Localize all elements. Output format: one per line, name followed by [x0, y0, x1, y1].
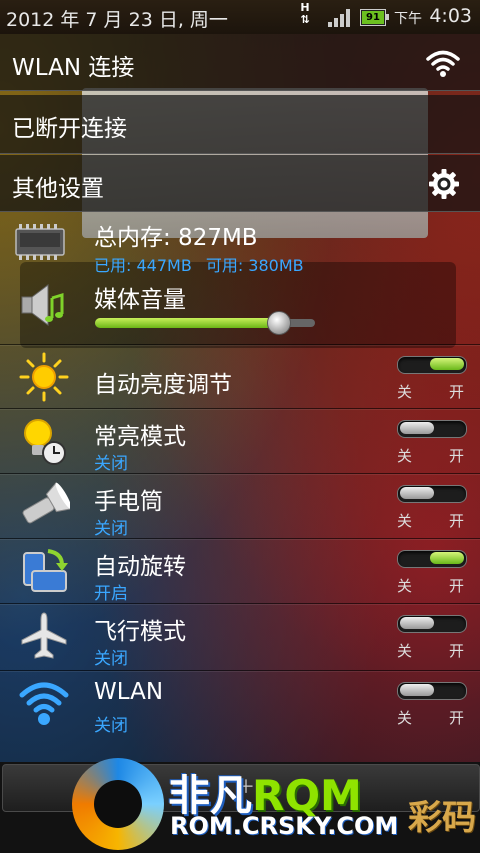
toggle-label: WLAN	[94, 679, 164, 705]
rotate-icon	[18, 545, 70, 597]
watermark-logo: 非凡RQM ROM.CRSKY.COM 彩码	[72, 750, 480, 853]
toggle-status: 关闭	[94, 454, 128, 474]
media-volume-label: 媒体音量	[94, 287, 186, 313]
toggle-off-label: 关	[397, 512, 413, 530]
slider-thumb[interactable]	[266, 311, 291, 335]
wlan-status-label: 已断开连接	[12, 116, 127, 142]
toggle-row[interactable]: 飞行模式关闭 关 开	[0, 603, 480, 669]
wifi-icon	[18, 677, 70, 729]
wifi-icon[interactable]	[426, 48, 460, 78]
memory-chip-icon	[15, 224, 65, 260]
toggle-label: 常亮模式	[94, 424, 186, 450]
toggle-row[interactable]: 自动旋转开启 关 开	[0, 538, 480, 604]
toggle-switch[interactable]	[397, 615, 467, 633]
watermark-side: 彩码	[408, 798, 476, 838]
other-settings-row[interactable]: 其他设置	[0, 155, 480, 212]
toggle-off-label: 关	[397, 383, 413, 401]
watermark-line2: ROM.CRSKY.COM	[170, 812, 399, 840]
logo-ring-icon	[72, 758, 164, 850]
toggle-label: 飞行模式	[94, 619, 186, 645]
slider-fill	[95, 318, 278, 328]
bulb-clock-icon	[18, 415, 70, 467]
signal-icon	[328, 9, 352, 27]
toggle-switch[interactable]	[397, 356, 467, 374]
toggle-knob	[400, 487, 434, 499]
battery-level: 91	[366, 12, 380, 23]
toggle-row[interactable]: 自动亮度调节 关 开	[0, 344, 480, 409]
toggle-row[interactable]: 手电筒关闭 关 开	[0, 473, 480, 539]
toggle-on-label: 开	[449, 512, 465, 530]
toggle-status: 关闭	[94, 716, 128, 736]
toggle-switch[interactable]	[397, 682, 467, 700]
toggle-off-label: 关	[397, 447, 413, 465]
toggle-knob	[400, 422, 434, 434]
status-date: 2012 年 7 月 23 日, 周一	[6, 9, 228, 31]
toggle-status: 开启	[94, 584, 128, 604]
other-settings-label: 其他设置	[12, 176, 104, 202]
flashlight-icon	[18, 480, 72, 532]
toggle-on-label: 开	[449, 447, 465, 465]
toggle-label: 手电筒	[94, 489, 163, 515]
toggle-off-label: 关	[397, 642, 413, 660]
toggle-switch[interactable]	[397, 420, 467, 438]
wlan-connect-label: WLAN 连接	[12, 55, 135, 81]
toggle-status: 关闭	[94, 649, 128, 669]
toggle-switch[interactable]	[397, 550, 467, 568]
toggle-knob	[430, 552, 464, 564]
toggle-on-label: 开	[449, 383, 465, 401]
gear-icon[interactable]	[428, 168, 460, 200]
toggle-switch[interactable]	[397, 485, 467, 503]
speaker-icon	[21, 284, 64, 326]
sun-icon	[18, 351, 70, 403]
airplane-icon	[18, 610, 70, 662]
status-bar: 2012 年 7 月 23 日, 周一 H ⇅ 91 下午 4:03	[0, 0, 480, 34]
memory-total: 总内存: 827MB	[94, 225, 258, 251]
battery-icon: 91	[360, 9, 389, 26]
media-volume-slider[interactable]	[95, 311, 315, 335]
toggle-knob	[430, 358, 464, 370]
memory-row[interactable]: 总内存: 827MB 已用: 447MB 可用: 380MB	[0, 212, 480, 275]
toggle-on-label: 开	[449, 642, 465, 660]
status-ampm: 下午	[394, 11, 422, 27]
toggle-on-label: 开	[449, 709, 465, 727]
wlan-connect-row[interactable]: WLAN 连接	[0, 34, 480, 91]
toggle-label: 自动亮度调节	[94, 372, 232, 398]
toggle-on-label: 开	[449, 577, 465, 595]
toggle-label: 自动旋转	[94, 554, 186, 580]
media-volume-row: 媒体音量	[0, 272, 480, 342]
wlan-status-row[interactable]: 已断开连接	[0, 95, 480, 154]
toggle-row[interactable]: 常亮模式关闭 关 开	[0, 408, 480, 474]
network-type-icon: H ⇅	[300, 1, 310, 26]
toggle-off-label: 关	[397, 577, 413, 595]
status-time: 4:03	[429, 5, 472, 27]
toggle-status: 关闭	[94, 519, 128, 539]
toggle-row[interactable]: WLAN 关闭 关 开	[0, 670, 480, 736]
toggle-off-label: 关	[397, 709, 413, 727]
toggle-knob	[400, 617, 434, 629]
toggle-knob	[400, 684, 434, 696]
